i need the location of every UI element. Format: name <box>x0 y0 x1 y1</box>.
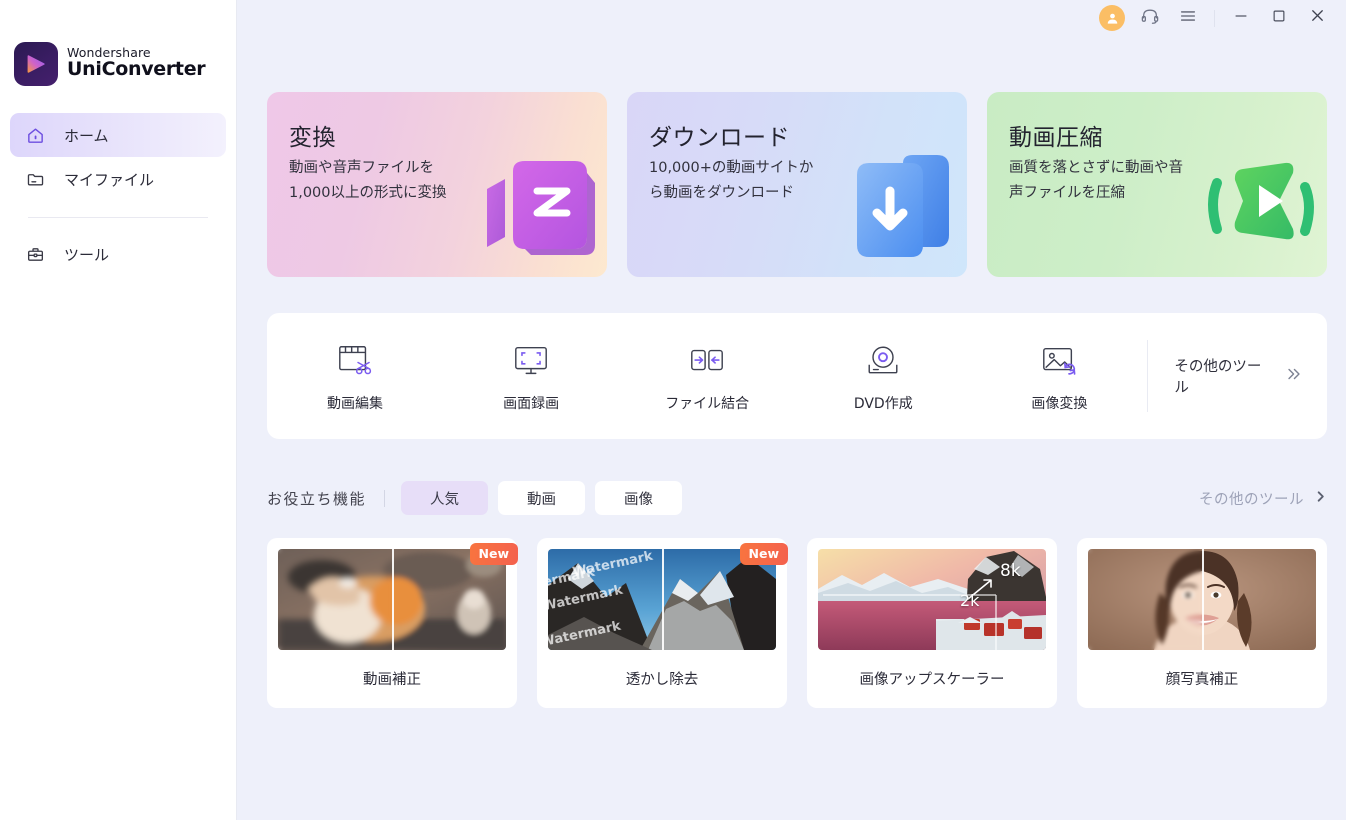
hero-card-convert-title: 変換 <box>289 125 336 151</box>
dvd-burn-icon <box>863 340 903 380</box>
tool-merge-files[interactable]: ファイル結合 <box>619 340 795 413</box>
cat-before-after-thumbnail <box>278 549 506 650</box>
upscale-to-label: 8k <box>1000 561 1021 581</box>
close-icon <box>1308 6 1327 30</box>
compress-3d-icon <box>1201 149 1319 277</box>
badge-new-watermark-remove: New <box>739 543 788 565</box>
toolbox-icon <box>24 243 46 265</box>
hero-card-compress[interactable]: 動画圧縮 画質を落とさずに動画や音声ファイルを圧縮 <box>987 92 1327 277</box>
convert-3d-icon <box>479 149 599 277</box>
tabs-divider <box>384 489 386 507</box>
feature-cards: New 動画補正 New Watermark Watermark Waterma… <box>267 538 1327 708</box>
tool-screen-record-label: 画面録画 <box>503 395 560 412</box>
feature-card-video-enhance-label: 動画補正 <box>363 672 421 688</box>
video-edit-scissors-icon <box>335 340 375 380</box>
tab-video-label: 動画 <box>527 491 557 508</box>
double-chevron-right-icon <box>1285 365 1303 387</box>
more-tools-button[interactable]: その他のツール <box>1147 340 1327 412</box>
tab-popular-label: 人気 <box>430 491 460 508</box>
tool-video-edit[interactable]: 動画編集 <box>267 340 443 413</box>
features-section-title: お役立ち機能 <box>267 489 367 508</box>
before-after-divider <box>392 549 394 650</box>
feature-card-face-retouch[interactable]: 顔写真補正 <box>1077 538 1327 708</box>
hero-card-compress-title: 動画圧縮 <box>1009 125 1103 151</box>
hero-card-compress-subtitle: 画質を落とさずに動画や音声ファイルを圧縮 <box>1009 160 1183 201</box>
before-half-blur <box>278 549 392 650</box>
upscale-from-label: 2k <box>960 591 980 610</box>
tab-image-label: 画像 <box>624 491 654 508</box>
tab-video[interactable]: 動画 <box>498 481 586 515</box>
support-button[interactable] <box>1131 1 1169 35</box>
image-convert-icon <box>1039 340 1079 380</box>
headset-icon <box>1140 6 1160 31</box>
tool-dvd-burn-label: DVD作成 <box>853 395 913 412</box>
titlebar-divider <box>1214 9 1215 27</box>
sidebar-divider <box>28 217 208 218</box>
sidebar: Wondershare UniConverter ホーム マイファイル ツール <box>0 0 237 820</box>
hero-card-download-title: ダウンロード <box>649 125 790 151</box>
screen-record-monitor-icon <box>511 340 551 380</box>
chevron-right-icon <box>1314 490 1327 507</box>
feature-card-watermark-remove[interactable]: New Watermark Watermark Watermark Waterm… <box>537 538 788 708</box>
brand-text: Wondershare UniConverter <box>67 46 206 82</box>
download-3d-icon <box>841 149 959 277</box>
tab-popular[interactable]: 人気 <box>401 481 489 515</box>
sidebar-nav: ホーム マイファイル ツール <box>0 113 236 276</box>
hero-card-download[interactable]: ダウンロード 10,000+の動画サイトから動画をダウンロード <box>627 92 967 277</box>
feature-card-face-retouch-label: 顔写真補正 <box>1165 672 1239 688</box>
home-icon <box>24 124 46 146</box>
portrait-before-after-thumbnail <box>1088 549 1316 650</box>
maximize-icon <box>1270 7 1288 30</box>
tool-screen-record[interactable]: 画面録画 <box>443 340 619 413</box>
maximize-button[interactable] <box>1260 1 1298 35</box>
features-more-tools-label: その他のツール <box>1199 491 1304 508</box>
sidebar-item-home[interactable]: ホーム <box>10 113 226 157</box>
badge-new-video-enhance: New <box>469 543 518 565</box>
sidebar-item-tools-label: ツール <box>64 245 110 264</box>
lofoten-upscale-thumbnail: 2k 8k <box>818 549 1046 650</box>
tool-image-convert-label: 画像変換 <box>1031 395 1088 412</box>
features-tabs-row: お役立ち機能 人気 動画 画像 その他のツール <box>267 478 1327 518</box>
hero-card-convert[interactable]: 変換 動画や音声ファイルを1,000以上の形式に変換 <box>267 92 607 277</box>
sidebar-item-myfiles[interactable]: マイファイル <box>10 157 226 201</box>
hero-cards: 変換 動画や音声ファイルを1,000以上の形式に変換 ダウンロード 10,000… <box>267 92 1327 277</box>
features-more-tools-link[interactable]: その他のツール <box>1199 488 1327 509</box>
sidebar-item-home-label: ホーム <box>64 126 109 145</box>
merge-files-icon <box>687 340 727 380</box>
tool-image-convert[interactable]: 画像変換 <box>971 340 1147 413</box>
tool-merge-files-label: ファイル結合 <box>665 395 750 412</box>
before-after-divider <box>1202 549 1204 650</box>
feature-card-image-upscaler-label: 画像アップスケーラー <box>859 672 1005 688</box>
before-after-divider <box>662 549 664 650</box>
titlebar <box>1093 0 1346 36</box>
feature-card-video-enhance[interactable]: New 動画補正 <box>267 538 518 708</box>
account-button[interactable] <box>1093 1 1131 35</box>
close-button[interactable] <box>1298 1 1336 35</box>
tool-dvd-burn[interactable]: DVD作成 <box>795 340 971 413</box>
before-half-blur <box>1088 549 1202 650</box>
sidebar-item-myfiles-label: マイファイル <box>64 170 155 189</box>
user-avatar-icon[interactable] <box>1099 5 1125 31</box>
sidebar-item-tools[interactable]: ツール <box>10 232 226 276</box>
hero-card-convert-subtitle: 動画や音声ファイルを1,000以上の形式に変換 <box>289 160 447 201</box>
minimize-icon <box>1232 7 1250 30</box>
main-content: 変換 動画や音声ファイルを1,000以上の形式に変換 ダウンロード 10,000… <box>237 0 1346 820</box>
folder-icon <box>24 168 46 190</box>
app-window: Wondershare UniConverter ホーム マイファイル ツール … <box>0 0 1346 820</box>
brand-line-2: UniConverter <box>67 58 206 81</box>
feature-card-image-upscaler[interactable]: 2k 8k 画像アップスケーラー <box>807 538 1057 708</box>
mountain-watermark-thumbnail: Watermark Watermark Watermark Watermark <box>548 549 776 650</box>
feature-card-watermark-remove-label: 透かし除去 <box>625 672 699 688</box>
tab-image[interactable]: 画像 <box>595 481 683 515</box>
minimize-button[interactable] <box>1222 1 1260 35</box>
app-logo: Wondershare UniConverter <box>0 0 236 86</box>
hero-card-download-subtitle: 10,000+の動画サイトから動画をダウンロード <box>649 160 814 201</box>
uniconverter-logo-icon <box>14 42 58 86</box>
menu-button[interactable] <box>1169 1 1207 35</box>
quick-tools-strip: 動画編集 画面録画 ファイル結合 DVD作成 画像変換 その他のツール <box>267 313 1327 439</box>
hamburger-menu-icon <box>1178 6 1198 31</box>
more-tools-label: その他のツール <box>1174 359 1262 396</box>
tool-video-edit-label: 動画編集 <box>327 395 384 412</box>
